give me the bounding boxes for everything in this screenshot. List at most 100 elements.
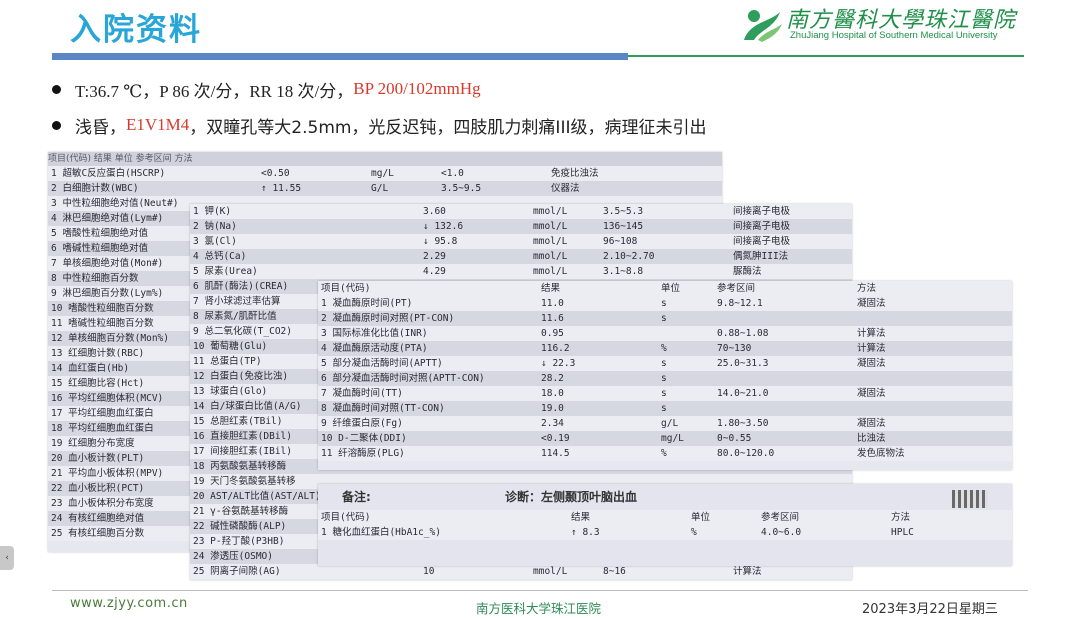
table-cell: G/L <box>371 183 389 194</box>
table-cell: 5 尿素(Urea) <box>193 266 258 277</box>
table-cell: 0.88~1.08 <box>717 328 769 339</box>
table-cell: 3 氯(Cl) <box>193 236 237 247</box>
table-row: 5 部分凝血活酶时间(APTT) ↓ 22.3 s 25.0~31.3 凝固法 <box>318 356 1012 371</box>
footer-divider <box>52 590 1028 591</box>
table-row: 2 凝血酶原时间对照(PT-CON) 11.6 s <box>318 311 1012 326</box>
table-cell <box>714 311 854 326</box>
table-cell: 96~108 <box>603 236 638 247</box>
slide: 入院资料 南方醫科大學珠江醫院 ZhuJiang Hospital of Sou… <box>0 0 1080 618</box>
table-cell: s <box>661 388 667 399</box>
table-cell: 脲酶法 <box>733 266 762 277</box>
table-cell: mmol/L <box>533 266 568 277</box>
diagnosis-text: 诊断：左侧颞顶叶脑出血 <box>505 490 638 504</box>
table-cell: 凝固法 <box>857 418 886 429</box>
table-cell: 2.10~2.70 <box>603 251 655 262</box>
consciousness-text: 浅昏， <box>75 117 126 138</box>
table-cell: g/L <box>661 418 679 429</box>
table-cell: 2 凝血酶原时间对照(PT-CON) <box>321 313 455 324</box>
table-cell: ↓ 132.6 <box>423 221 464 232</box>
table-cell: ↑ 8.3 <box>571 527 600 538</box>
table-cell: HPLC <box>891 527 914 538</box>
table-cell: 9.8~12.1 <box>717 298 763 309</box>
table-cell: 6 部分凝血活酶时间对照(APTT-CON) <box>321 373 485 384</box>
table-cell: 0.95 <box>541 328 564 339</box>
table-cell: 免疫比浊法 <box>551 168 599 179</box>
table-cell: <0.50 <box>261 168 290 179</box>
table-cell: 1 超敏C反应蛋白(HSCRP) <box>51 168 166 179</box>
table-row: 10 D-二聚体(DDI) <0.19 mg/L 0~0.55 比浊法 <box>318 431 1012 446</box>
table-cell: <0.19 <box>541 433 570 444</box>
slide-title: 入院资料 <box>70 12 202 48</box>
bullet-vitals: T:36.7 ℃，P 86 次/分，RR 18 次/分， BP 200/102m… <box>52 74 1012 104</box>
table-cell: mmol/L <box>533 236 568 247</box>
table-cell: 10 D-二聚体(DDI) <box>321 433 407 444</box>
table-row: 4 凝血酶原活动度(PTA) 116.2% 70~130 计算法 <box>318 341 1012 356</box>
table-cell: mmol/L <box>533 251 568 262</box>
table-row: 9 纤维蛋白原(Fg) 2.34 g/L 1.80~3.50 凝固法 <box>318 416 1012 431</box>
table-cell: 5 部分凝血活酶时间(APTT) <box>321 358 443 369</box>
gcs-score-text: E1V1M4 <box>126 115 190 134</box>
table-cell: 7 凝血酶时间(TT) <box>321 388 403 399</box>
table-cell: mmol/L <box>533 206 568 217</box>
side-panel-toggle[interactable]: ‹ <box>0 546 14 570</box>
table-row: 8 凝血酶时间对照(TT-CON) 19.0 s <box>318 401 1012 416</box>
table-cell: 4.0~6.0 <box>761 527 802 538</box>
title-underline-thin <box>628 55 1024 57</box>
table-cell: 间接离子电极 <box>733 236 791 247</box>
table-cell: 2 钠(Na) <box>193 221 237 232</box>
table-cell: ↑ 11.55 <box>261 183 302 194</box>
bullet-dot-icon <box>52 120 61 130</box>
table-row: 1 钾(K) 3.60 mmol/L 3.5~5.3 间接离子电极 <box>190 204 852 219</box>
barcode-icon <box>952 490 988 508</box>
table-cell: 116.2 <box>541 343 570 354</box>
table-cell: % <box>661 448 667 459</box>
table-cell: 25 阴离子间隙(AG) <box>193 566 281 577</box>
blood-pressure-text: BP 200/102mmHg <box>353 79 481 98</box>
table-row: 11 纤溶酶原(PLG) 114.5% 80.0~120.0 发色底物法 <box>318 446 1012 461</box>
table-cell: 18.0 <box>541 388 564 399</box>
table-cell: 发色底物法 <box>857 448 905 459</box>
table-row: 7 凝血酶时间(TT) 18.0 s 14.0~21.0 凝固法 <box>318 386 1012 401</box>
table-row: 1 超敏C反应蛋白(HSCRP) <0.50 mg/L <1.0 免疫比浊法 <box>48 166 722 181</box>
table-cell: mg/L <box>661 433 684 444</box>
footer-website: www.zjyy.com.cn <box>70 596 188 611</box>
table-cell: 4 凝血酶原活动度(PTA) <box>321 343 428 354</box>
table-row: 2 钠(Na) ↓ 132.6 mmol/L 136~145 间接离子电极 <box>190 219 852 234</box>
table-cell: mmol/L <box>533 221 568 232</box>
report-notes: 备注: 诊断：左侧颞顶叶脑出血 <box>318 484 1012 510</box>
title-underline <box>52 53 628 60</box>
table-row: 3 国际标准化比值(INR) 0.95 0.88~1.08 计算法 <box>318 326 1012 341</box>
table-cell: 14.0~21.0 <box>717 388 769 399</box>
table-cell: s <box>661 298 667 309</box>
table-cell: % <box>661 343 667 354</box>
vitals-text: T:36.7 ℃，P 86 次/分，RR 18 次/分， <box>75 81 354 101</box>
table-cell: 9 纤维蛋白原(Fg) <box>321 418 403 429</box>
table-cell: 3.60 <box>423 206 446 217</box>
table-cell: ↓ 22.3 <box>541 358 576 369</box>
notes-label: 备注: <box>342 490 371 504</box>
table-row: 2 白细胞计数(WBC) ↑ 11.55 G/L 3.5~9.5 仪器法 <box>48 181 722 196</box>
table-cell: 28.2 <box>541 373 564 384</box>
table-cell: 80.0~120.0 <box>717 448 775 459</box>
table-cell: 计算法 <box>857 328 886 339</box>
lab-photo-header: 项目(代码) 结果 单位 参考区间 方法 <box>48 152 722 166</box>
table-cell: 间接离子电极 <box>733 221 791 232</box>
table-cell: 70~130 <box>717 343 752 354</box>
table-cell <box>854 371 1004 386</box>
table-cell: 0~0.55 <box>717 433 752 444</box>
table-header-row: 项目(代码) 结果 单位 参考区间 方法 <box>318 510 1012 525</box>
table-cell: 1 钾(K) <box>193 206 232 217</box>
table-cell: 19.0 <box>541 403 564 414</box>
table-row: 1 糖化血红蛋白(HbA1c_%) ↑ 8.3% 4.0~6.0 HPLC <box>318 525 1012 540</box>
hospital-logo: 南方醫科大學珠江醫院 ZhuJiang Hospital of Southern… <box>740 2 1040 48</box>
table-cell: 比浊法 <box>857 433 886 444</box>
table-header-row: 项目(代码) 结果 单位 参考区间 方法 <box>318 281 1012 296</box>
table-cell: 计算法 <box>857 343 886 354</box>
table-cell: 114.5 <box>541 448 570 459</box>
table-cell: 偶氮胂III法 <box>733 251 789 262</box>
table-cell: 1.80~3.50 <box>717 418 769 429</box>
table-cell <box>714 401 854 416</box>
table-cell: 136~145 <box>603 221 644 232</box>
table-cell: 1 糖化血红蛋白(HbA1c_%) <box>321 527 441 538</box>
table-cell: mg/L <box>371 168 394 179</box>
